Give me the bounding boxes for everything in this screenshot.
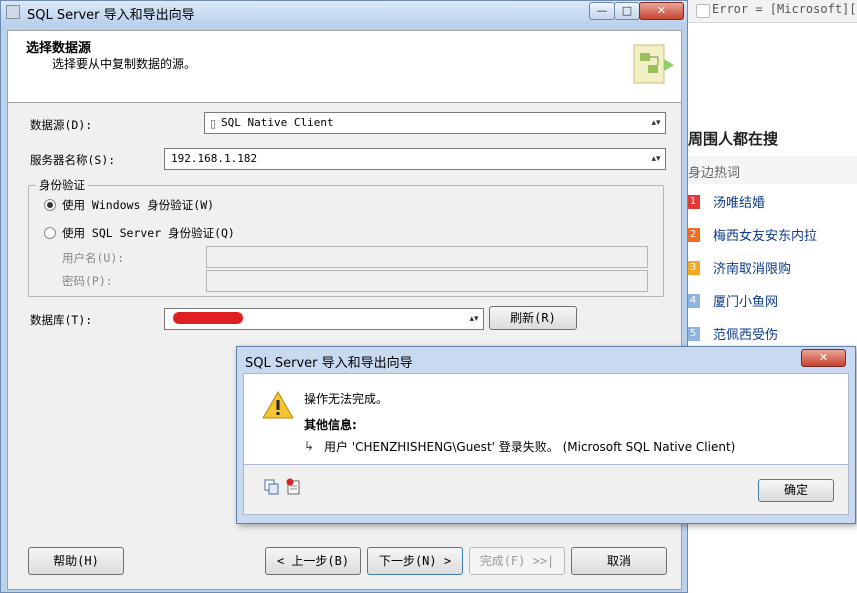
app-icon	[6, 5, 20, 19]
database-label: 数据库(T):	[30, 313, 93, 327]
windows-auth-radio[interactable]	[44, 199, 56, 211]
password-input[interactable]	[206, 270, 648, 292]
data-source-label: 数据源(D):	[30, 118, 93, 132]
more-info-heading: 其他信息:	[304, 418, 357, 432]
copy-icon[interactable]	[264, 479, 280, 495]
cancel-button[interactable]: 取消	[571, 547, 667, 575]
sql-auth-radio[interactable]	[44, 227, 56, 239]
minimize-button[interactable]: —	[589, 2, 615, 20]
hot-item-link[interactable]: 厦门小鱼网	[713, 291, 778, 310]
help-button[interactable]: 帮助(H)	[28, 547, 124, 575]
server-name-label: 服务器名称(S):	[30, 153, 116, 167]
dropdown-arrow-icon[interactable]: ▴▾	[649, 115, 663, 131]
maximize-button[interactable]: □	[614, 2, 640, 20]
page-description: 选择要从中复制数据的源。	[52, 57, 197, 71]
rank-badge: 5	[686, 327, 700, 341]
server-name-value: 192.168.1.182	[171, 152, 258, 165]
hot-item-link[interactable]: 范佩西受伤	[713, 324, 778, 343]
hot-item[interactable]: 4 厦门小鱼网	[686, 285, 857, 317]
details-icon[interactable]	[286, 478, 302, 495]
username-label: 用户名(U):	[62, 251, 125, 265]
database-icon: ▯	[210, 117, 217, 130]
rank-badge: 2	[686, 228, 700, 242]
window-title: SQL Server 导入和导出向导	[27, 8, 195, 23]
ok-button[interactable]: 确定	[758, 479, 834, 502]
dialog-title: SQL Server 导入和导出向导	[245, 356, 413, 371]
page-icon	[696, 4, 710, 18]
hot-search-heading: 周围人都在搜	[688, 130, 779, 148]
password-label: 密码(P):	[62, 274, 113, 288]
wizard-header-icon	[633, 44, 674, 84]
refresh-button[interactable]: 刷新(R)	[489, 306, 577, 330]
next-button[interactable]: 下一步(N) >	[367, 547, 463, 575]
dropdown-arrow-icon[interactable]: ▴▾	[467, 311, 481, 327]
close-button[interactable]: ✕	[639, 2, 684, 20]
data-source-value: SQL Native Client	[221, 116, 334, 129]
page-title: 选择数据源	[26, 41, 92, 56]
database-combobox[interactable]: ▴▾	[164, 308, 484, 330]
warning-triangle-icon	[262, 390, 294, 419]
detail-arrow-icon: ↳	[304, 439, 315, 453]
sql-auth-label[interactable]: 使用 SQL Server 身份验证(Q)	[62, 225, 235, 241]
data-source-combobox[interactable]: ▯ SQL Native Client ▴▾	[204, 112, 666, 134]
wizard-header: 选择数据源 选择要从中复制数据的源。	[8, 31, 681, 103]
rank-badge: 1	[686, 195, 700, 209]
hot-item[interactable]: 2 梅西女友安东内拉	[686, 219, 857, 251]
redacted-database-name	[173, 312, 243, 324]
hot-words-subheading: 身边热词	[688, 166, 741, 181]
title-bar[interactable]: SQL Server 导入和导出向导 — □ ✕	[1, 1, 687, 23]
hot-item-link[interactable]: 梅西女友安东内拉	[713, 225, 817, 244]
rank-badge: 3	[686, 261, 700, 275]
dialog-message-area: 操作无法完成。 其他信息: ↳ 用户 'CHENZHISHENG\Guest' …	[243, 373, 849, 465]
username-input[interactable]	[206, 246, 648, 268]
hot-item[interactable]: 3 济南取消限购	[686, 252, 857, 284]
back-button[interactable]: < 上一步(B)	[265, 547, 361, 575]
hot-item-link[interactable]: 汤唯结婚	[713, 192, 765, 211]
rank-badge: 4	[686, 294, 700, 308]
dropdown-arrow-icon[interactable]: ▴▾	[649, 151, 663, 167]
windows-auth-label[interactable]: 使用 Windows 身份验证(W)	[62, 197, 214, 213]
finish-button[interactable]: 完成(F) >>|	[469, 547, 565, 575]
error-message: 操作无法完成。	[304, 392, 389, 406]
dialog-close-button[interactable]: ✕	[801, 349, 846, 367]
dialog-footer: 确定	[243, 465, 849, 515]
hot-item[interactable]: 1 汤唯结婚	[686, 186, 857, 218]
error-detail: 用户 'CHENZHISHENG\Guest' 登录失败。 (Microsoft…	[324, 440, 736, 454]
browser-tab[interactable]: Error = [Microsoft][SQL	[686, 0, 857, 23]
server-name-combobox[interactable]: 192.168.1.182 ▴▾	[164, 148, 666, 170]
error-dialog: SQL Server 导入和导出向导 ✕ 操作无法完成。 其他信息: ↳ 用户 …	[236, 346, 856, 524]
browser-tab-title: Error = [Microsoft][SQL	[712, 2, 857, 16]
hot-item-link[interactable]: 济南取消限购	[713, 258, 791, 277]
authentication-group-label: 身份验证	[36, 177, 88, 193]
